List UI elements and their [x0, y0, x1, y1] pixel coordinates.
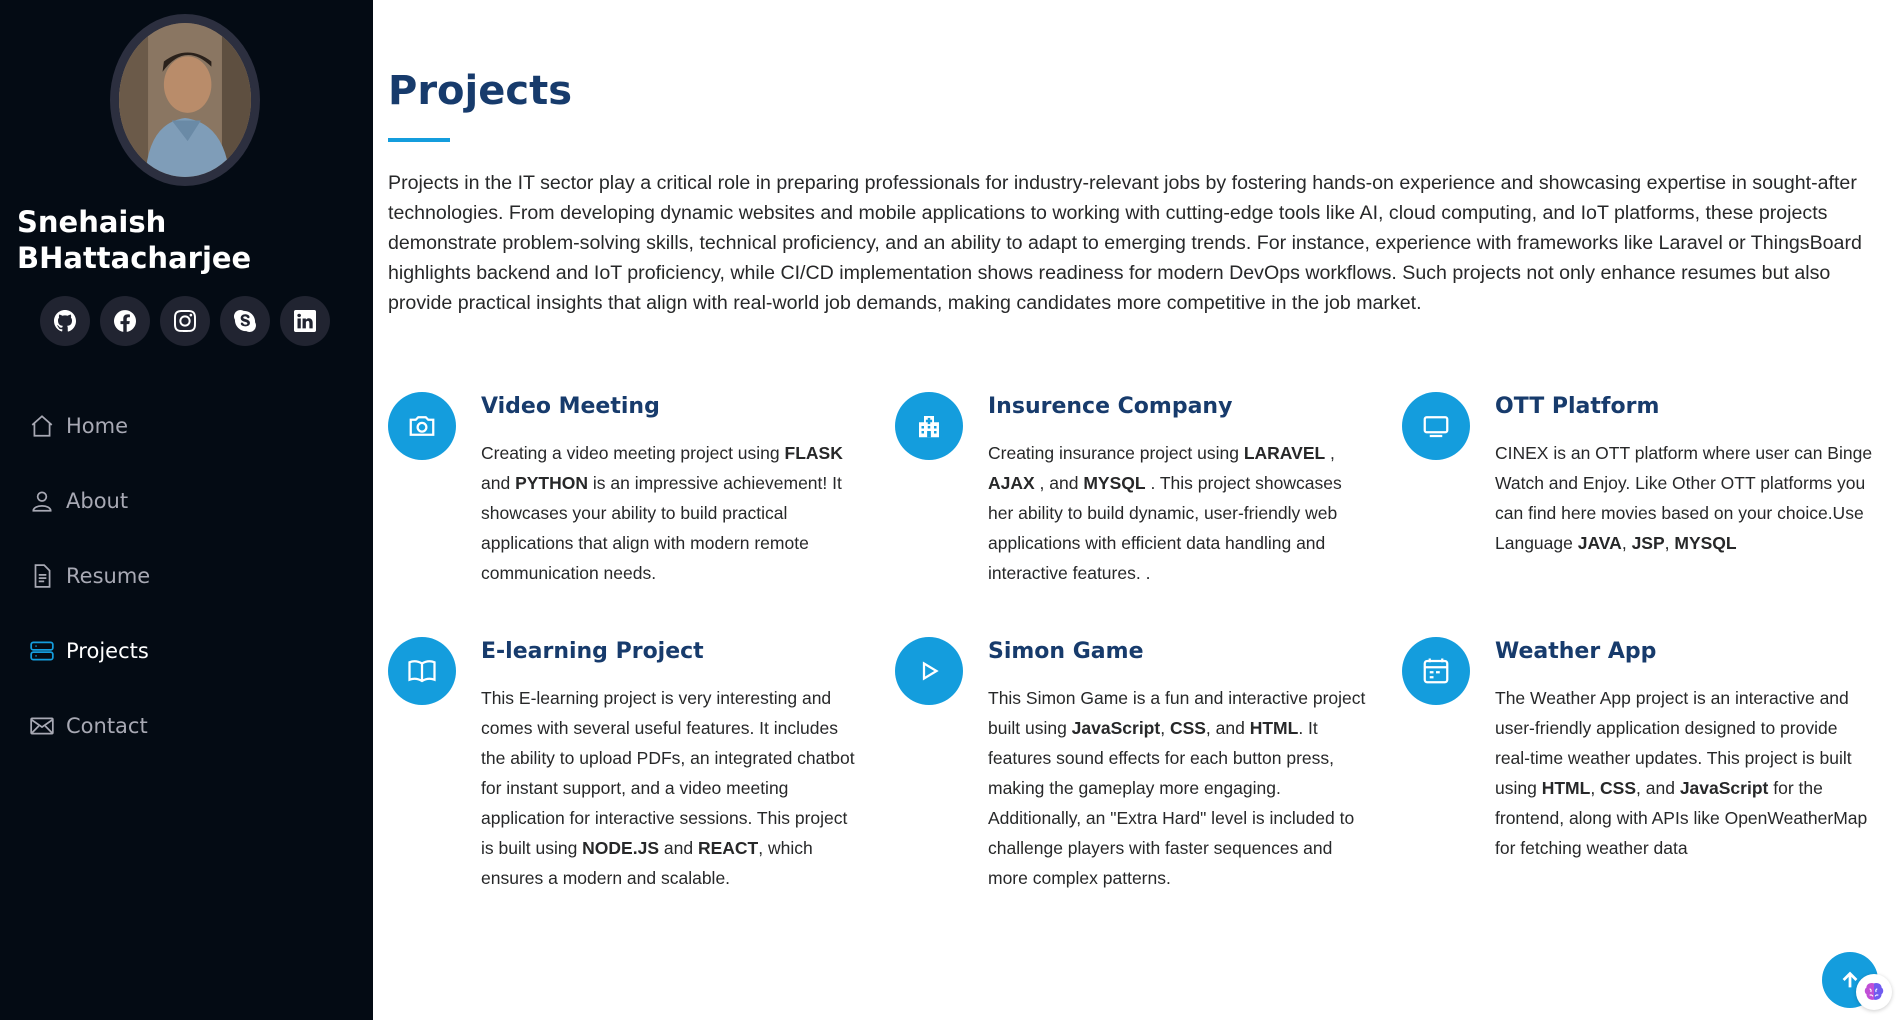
tech-keyword: HTML: [1249, 718, 1299, 738]
project-description: Creating insurance project using LARAVEL…: [988, 438, 1368, 588]
envelope-icon: [28, 712, 56, 740]
project-title[interactable]: Weather App: [1495, 639, 1656, 664]
description-text: ,: [1160, 718, 1170, 738]
tech-keyword: PYTHON: [515, 473, 588, 493]
description-text: , and: [1636, 778, 1680, 798]
calendar-icon: [1402, 637, 1470, 705]
project-description: This Simon Game is a fun and interactive…: [988, 683, 1368, 893]
avatar: [119, 23, 251, 177]
file-icon: [28, 562, 56, 590]
description-text: ,: [1621, 533, 1632, 553]
description-text: ,: [1590, 778, 1601, 798]
nav-item-about[interactable]: About: [28, 463, 150, 538]
skype-icon: [234, 310, 256, 332]
person-icon: [28, 487, 56, 515]
description-text: , and: [1205, 718, 1250, 738]
nav-item-contact[interactable]: Contact: [28, 688, 150, 763]
tech-keyword: MYSQL: [1083, 473, 1146, 493]
project-description: This E-learning project is very interest…: [481, 683, 861, 893]
skype-link[interactable]: [220, 296, 270, 346]
project-description: Creating a video meeting project using F…: [481, 438, 861, 588]
tech-keyword: JAVA: [1577, 533, 1622, 553]
book-icon: [388, 637, 456, 705]
brain-icon: [1864, 983, 1884, 1000]
tech-keyword: LARAVEL: [1243, 443, 1326, 463]
house-icon: [28, 412, 56, 440]
tech-keyword: NODE.JS: [582, 838, 659, 858]
title-underline: [388, 138, 450, 142]
nav-item-resume[interactable]: Resume: [28, 538, 150, 613]
tech-keyword: JavaScript: [1679, 778, 1769, 798]
description-text: Creating insurance project using: [988, 443, 1244, 463]
description-text: ,: [1325, 443, 1335, 463]
hospital-icon: [895, 392, 963, 460]
description-text: and: [659, 838, 698, 858]
tech-keyword: REACT: [697, 838, 759, 858]
description-text: , and: [1034, 473, 1084, 493]
nav-item-label: About: [66, 488, 129, 513]
project-description: CINEX is an OTT platform where user can …: [1495, 438, 1875, 558]
nav-item-label: Resume: [66, 563, 151, 588]
profile-name: Snehaish BHattacharjee: [17, 205, 252, 275]
description-text: Creating a video meeting project using: [481, 443, 785, 463]
sidebar: Snehaish BHattacharjee Home About Resume…: [0, 0, 373, 1020]
description-text: . It features sound effects for each but…: [988, 718, 1355, 888]
instagram-icon: [174, 310, 196, 332]
tv-icon: [1402, 392, 1470, 460]
tech-keyword: HTML: [1541, 778, 1591, 798]
github-link[interactable]: [40, 296, 90, 346]
tech-keyword: MYSQL: [1674, 533, 1737, 553]
facebook-link[interactable]: [100, 296, 150, 346]
page-title: Projects: [388, 68, 573, 114]
nav-item-home[interactable]: Home: [28, 388, 150, 463]
description-text: and: [481, 473, 516, 493]
linkedin-link[interactable]: [280, 296, 330, 346]
linkedin-icon: [294, 310, 316, 332]
server-icon: [28, 637, 56, 665]
project-description: The Weather App project is an interactiv…: [1495, 683, 1875, 863]
facebook-icon: [114, 310, 136, 332]
tech-keyword: CSS: [1600, 778, 1637, 798]
project-title[interactable]: Insurence Company: [988, 394, 1232, 419]
profile-avatar-frame: [110, 14, 260, 186]
nav-item-label: Home: [66, 413, 129, 438]
tech-keyword: JSP: [1631, 533, 1665, 553]
tech-keyword: AJAX: [988, 473, 1035, 493]
tech-keyword: FLASK: [784, 443, 843, 463]
project-title[interactable]: OTT Platform: [1495, 394, 1659, 419]
nav-item-label: Contact: [66, 713, 148, 738]
description-text: ,: [1664, 533, 1675, 553]
section-intro: Projects in the IT sector play a critica…: [388, 172, 1862, 314]
nav-item-projects[interactable]: Projects: [28, 613, 150, 688]
play-icon: [895, 637, 963, 705]
assistant-button[interactable]: [1856, 974, 1892, 1010]
description-text: This E-learning project is very interest…: [481, 688, 855, 858]
social-links: [40, 296, 330, 346]
project-title[interactable]: Video Meeting: [481, 394, 660, 419]
nav-menu: Home About Resume Projects Contact: [28, 388, 150, 763]
nav-item-label: Projects: [66, 638, 149, 663]
tech-keyword: JavaScript: [1071, 718, 1161, 738]
github-icon: [54, 310, 76, 332]
tech-keyword: CSS: [1169, 718, 1206, 738]
camera-icon: [388, 392, 456, 460]
project-title[interactable]: Simon Game: [988, 639, 1144, 664]
instagram-link[interactable]: [160, 296, 210, 346]
project-title[interactable]: E-learning Project: [481, 639, 704, 664]
